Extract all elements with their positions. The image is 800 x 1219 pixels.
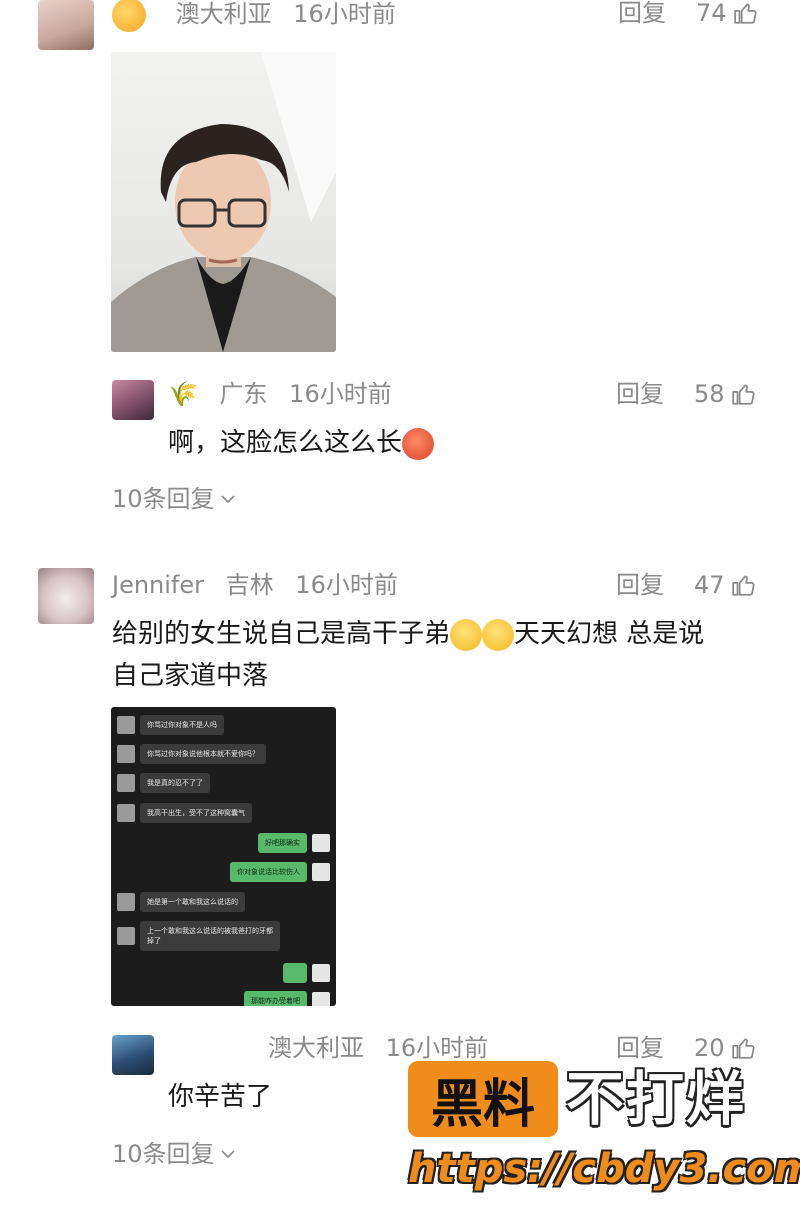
avatar[interactable] — [38, 0, 94, 50]
thumbs-up-icon — [731, 384, 755, 405]
more-replies-link[interactable]: 10条回复 — [112, 1139, 235, 1169]
comment-text: 啊，这脸怎么这么长 — [168, 422, 435, 464]
laugh-cry-emoji-icon — [450, 618, 483, 651]
watermark-url: https://cbdy3.com — [408, 1146, 800, 1192]
timestamp: 16小时前 — [295, 571, 398, 599]
comment-meta: Jennifer 吉林 16小时前 — [112, 570, 412, 600]
chat-avatar — [312, 834, 330, 852]
chat-message-right — [283, 963, 330, 983]
comment-meta: 🌾 广东 16小时前 — [168, 379, 406, 409]
chat-message-right: 好吧那确实 — [258, 833, 330, 853]
timestamp: 16小时前 — [385, 1034, 489, 1062]
avatar[interactable] — [112, 380, 154, 420]
like-button[interactable]: 58 — [694, 379, 757, 409]
watermark-slogan: 不打烊 — [566, 1065, 747, 1133]
more-replies-link[interactable]: 10条回复 — [112, 484, 235, 514]
like-count: 47 — [694, 571, 725, 599]
comment-text: 给别的女生说自己是高干子弟 天天幻想 总是说 自己家道中落 — [112, 618, 705, 691]
reply-button[interactable]: 回复 — [618, 0, 666, 28]
like-button[interactable]: 20 — [694, 1033, 757, 1063]
watermark-brand: 黑料 — [408, 1061, 558, 1137]
chevron-down-icon — [220, 495, 235, 504]
avatar[interactable] — [112, 1035, 154, 1075]
chat-avatar — [312, 863, 330, 881]
laugh-cry-emoji-icon — [482, 618, 515, 651]
like-count: 20 — [694, 1034, 725, 1062]
chat-avatar — [117, 774, 135, 792]
like-button[interactable]: 74 — [696, 0, 759, 28]
location: 广东 — [219, 380, 268, 408]
location: 吉林 — [225, 571, 274, 599]
thumbs-up-icon — [731, 575, 755, 596]
chat-screenshot[interactable]: 你骂过你对象不是人吗 你骂过你对象说他根本就不爱你吗？ 我是真的忍不了了 我高干… — [111, 707, 336, 1006]
reply-button[interactable]: 回复 — [616, 1033, 664, 1063]
wheat-icon: 🌾 — [168, 380, 198, 408]
chat-avatar — [117, 716, 135, 734]
avatar[interactable] — [38, 568, 94, 624]
chat-message-left: 上一个敢和我这么说话的被我爸打的牙都掉了 — [117, 921, 280, 951]
comment-meta: 澳大利亚 16小时前 — [112, 0, 410, 32]
chat-avatar — [117, 804, 135, 822]
user-emoji-icon — [112, 0, 146, 32]
comment-text: 你辛苦了 — [168, 1082, 273, 1112]
thumbs-up-icon — [731, 1038, 755, 1059]
person-illustration — [111, 52, 336, 352]
location: 澳大利亚 — [175, 0, 272, 28]
chat-avatar — [117, 927, 135, 945]
chat-message-left: 我是真的忍不了了 — [117, 773, 210, 793]
chat-message-right: 你对象说话比较伤人 — [230, 862, 330, 882]
reply-button[interactable]: 回复 — [616, 379, 664, 409]
like-count: 58 — [694, 380, 725, 408]
chat-message-left: 她是第一个敢和我这么说话的 — [117, 892, 245, 912]
chat-message-right: 那能咋办受着吧 — [244, 991, 330, 1006]
chat-avatar — [312, 964, 330, 982]
timestamp: 16小时前 — [289, 380, 392, 408]
chat-message-left: 我高干出生，受不了这种窝囊气 — [117, 803, 252, 823]
chat-avatar — [117, 745, 135, 763]
emoji-bubble — [283, 963, 307, 983]
chat-message-left: 你骂过你对象不是人吗 — [117, 715, 224, 735]
like-button[interactable]: 47 — [694, 570, 757, 600]
chat-avatar — [117, 893, 135, 911]
location: 澳大利亚 — [268, 1034, 364, 1062]
comment-photo[interactable] — [111, 52, 336, 352]
comment-meta: 澳大利亚 16小时前 — [268, 1033, 502, 1063]
username: Jennifer — [112, 571, 205, 599]
thumbs-up-icon — [733, 3, 757, 24]
angry-emoji-icon — [402, 427, 435, 460]
reply-button[interactable]: 回复 — [616, 570, 664, 600]
like-count: 74 — [696, 0, 727, 27]
chat-message-left: 你骂过你对象说他根本就不爱你吗？ — [117, 744, 266, 764]
chat-avatar — [312, 992, 330, 1006]
timestamp: 16小时前 — [293, 0, 396, 28]
chevron-down-icon — [220, 1150, 235, 1159]
